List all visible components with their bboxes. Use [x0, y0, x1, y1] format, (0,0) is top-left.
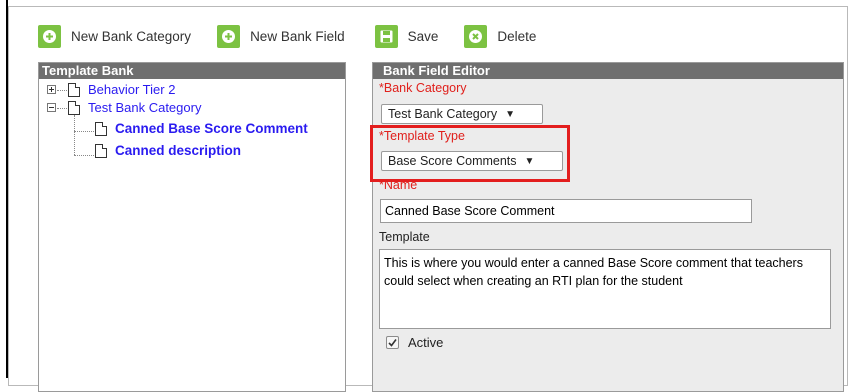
tree-item-test-bank-category[interactable]: Test Bank Category [47, 100, 201, 115]
delete-label: Delete [497, 28, 537, 44]
new-bank-category-label: New Bank Category [71, 28, 192, 44]
bank-field-editor-title: Bank Field Editor [373, 63, 843, 79]
tree-connector [74, 131, 94, 132]
document-icon [95, 143, 107, 158]
tree-item-behavior-tier-2[interactable]: Behavior Tier 2 [47, 82, 175, 97]
active-checkbox[interactable] [386, 336, 399, 349]
template-type-label: *Template Type [379, 129, 465, 143]
tree-connector [74, 115, 75, 155]
floppy-disk-icon [374, 24, 398, 48]
bank-field-editor-panel: Bank Field Editor *Bank Category Test Ba… [370, 62, 844, 392]
tree-item-canned-base-score-comment[interactable]: Canned Base Score Comment [95, 121, 308, 136]
expand-icon[interactable] [47, 85, 56, 94]
tree-item-canned-description[interactable]: Canned description [95, 143, 241, 158]
toolbar: New Bank Category New Bank Field Save De… [38, 22, 536, 50]
template-bank-panel: Template Bank Behavior Tier 2 Test Bank … [38, 62, 346, 392]
document-icon [68, 82, 80, 97]
document-icon [68, 100, 80, 115]
tree-item-label[interactable]: Canned Base Score Comment [115, 121, 308, 136]
save-label: Save [407, 28, 439, 44]
collapse-icon[interactable] [47, 103, 56, 112]
bank-category-select[interactable]: Test Bank Category ▼ [381, 104, 543, 124]
new-bank-category-button[interactable]: New Bank Category [38, 24, 192, 48]
document-icon [95, 121, 107, 136]
template-label: Template [379, 230, 430, 244]
template-bank-title: Template Bank [39, 63, 345, 79]
tree-item-label[interactable]: Canned description [115, 143, 241, 158]
tree-item-label[interactable]: Behavior Tier 2 [88, 82, 175, 97]
name-input[interactable] [380, 199, 752, 223]
close-icon [464, 24, 488, 48]
template-type-value: Base Score Comments [388, 154, 517, 168]
active-label: Active [408, 335, 444, 350]
new-bank-field-button[interactable]: New Bank Field [217, 24, 345, 48]
bank-category-label: *Bank Category [379, 81, 467, 95]
template-textarea[interactable]: This is where you would enter a canned B… [379, 249, 831, 329]
delete-button[interactable]: Delete [464, 24, 537, 48]
dropdown-arrow-icon: ▼ [524, 155, 535, 167]
new-bank-field-label: New Bank Field [250, 28, 345, 44]
tree-item-label[interactable]: Test Bank Category [88, 100, 201, 115]
template-type-select[interactable]: Base Score Comments ▼ [381, 151, 563, 171]
tree-connector [74, 155, 94, 156]
bank-category-value: Test Bank Category [388, 107, 498, 121]
dropdown-arrow-icon: ▼ [505, 108, 515, 120]
plus-icon [38, 24, 61, 48]
checkmark-icon [388, 339, 397, 347]
plus-icon [217, 24, 241, 48]
name-label: *Name [379, 178, 418, 192]
save-button[interactable]: Save [374, 24, 439, 48]
